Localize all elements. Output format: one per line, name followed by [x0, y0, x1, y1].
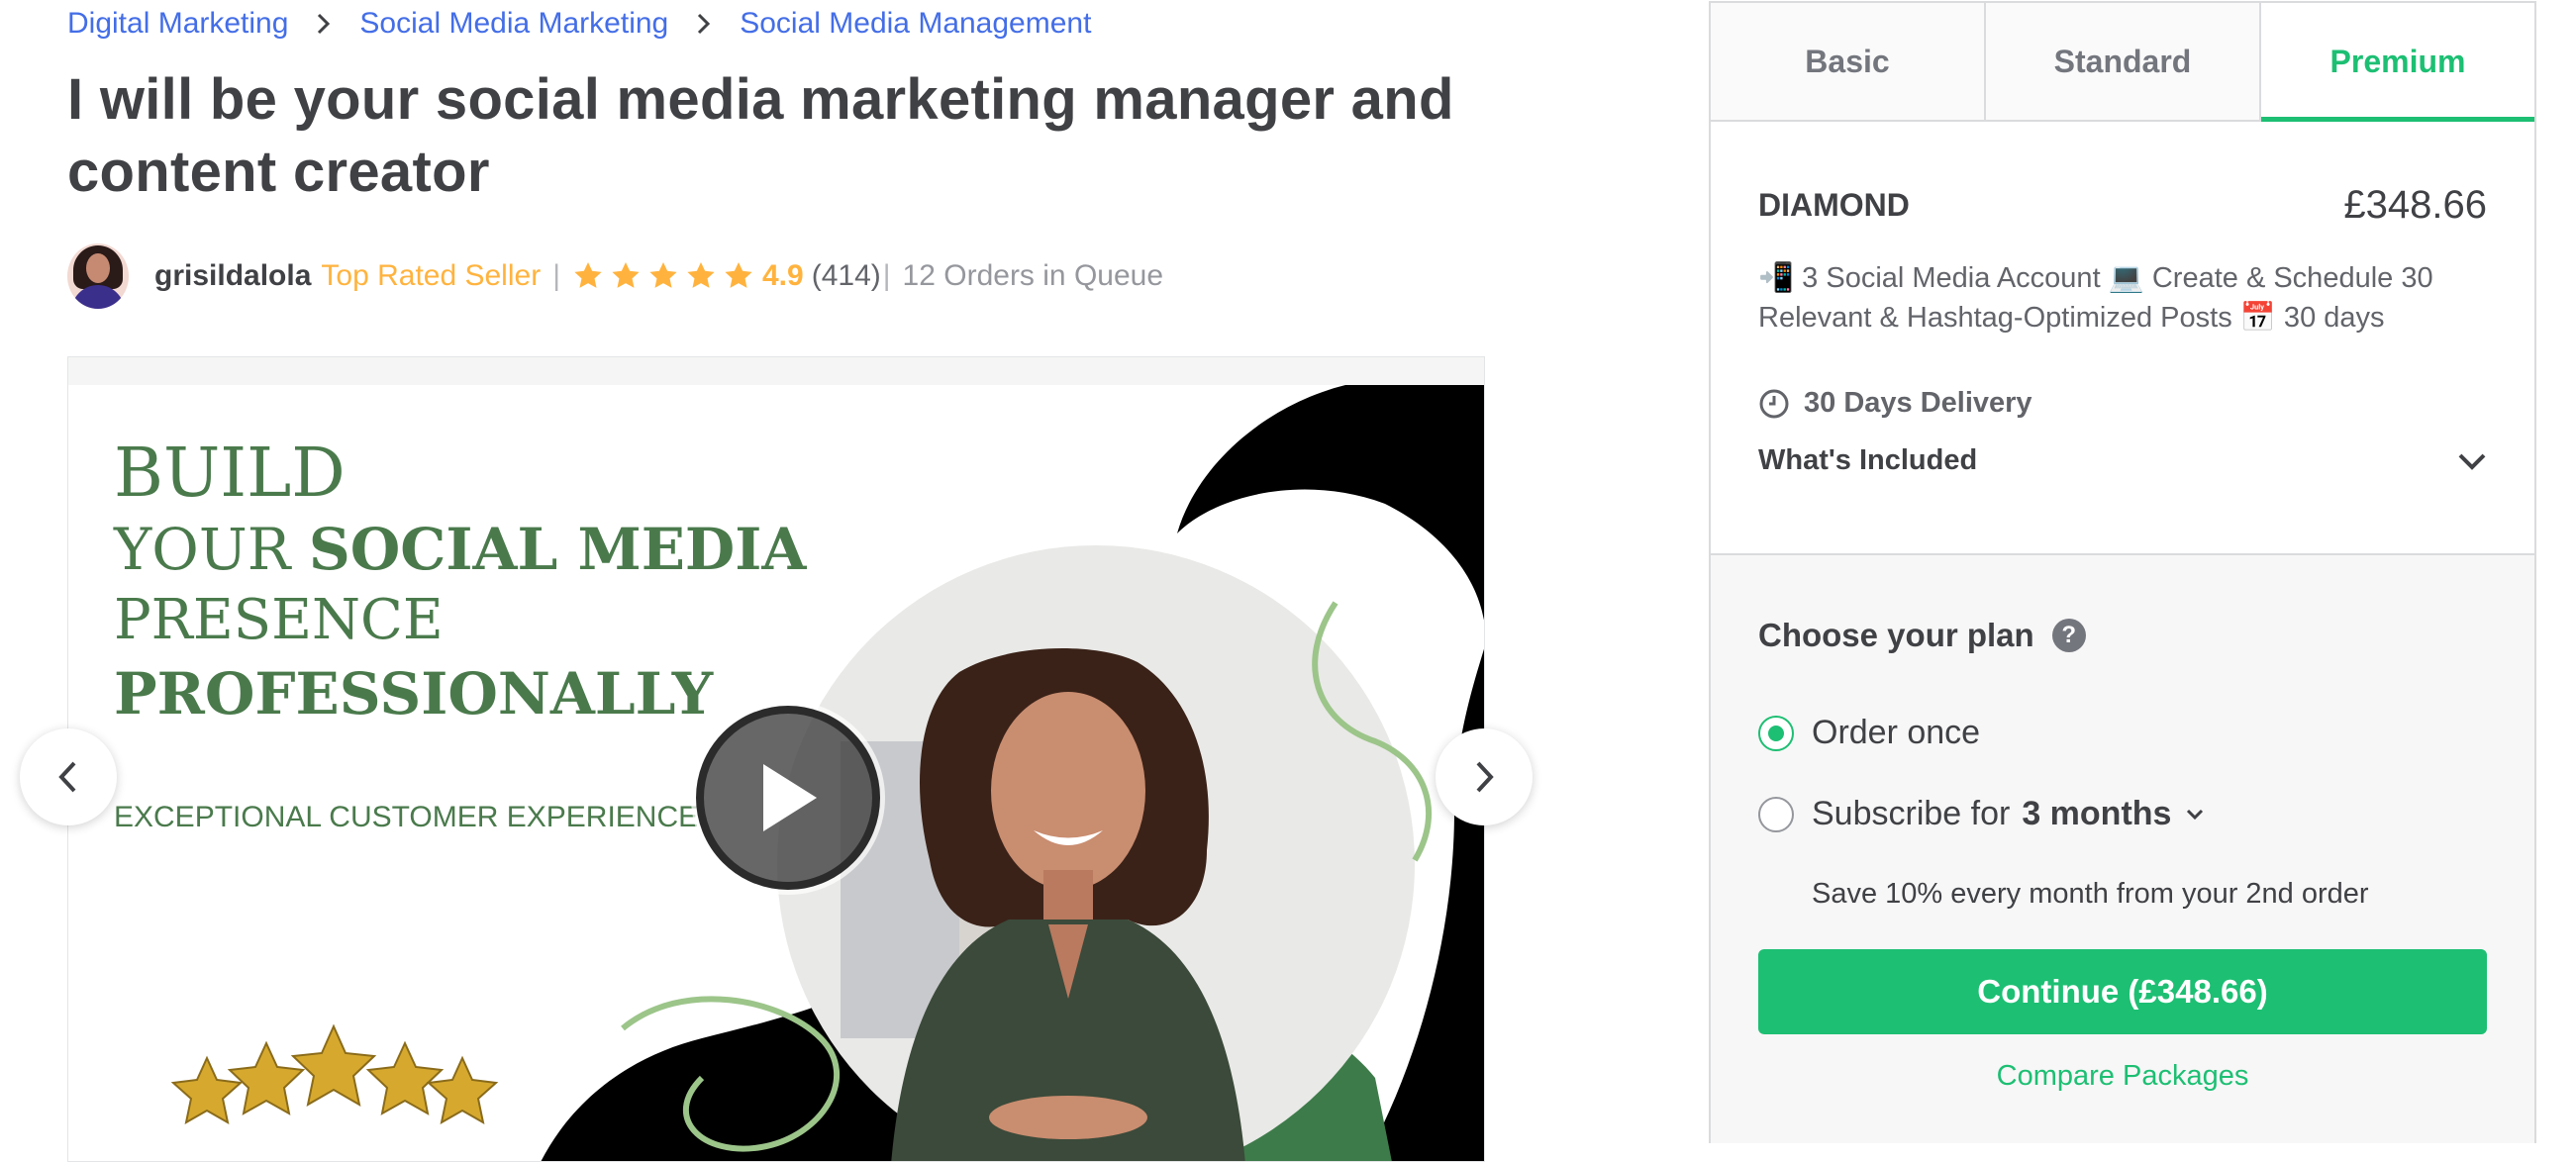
- slide-tagline: EXCEPTIONAL CUSTOMER EXPERIENCE: [114, 801, 699, 833]
- gallery-next-button[interactable]: [1436, 728, 1533, 825]
- gallery-previous-button[interactable]: [20, 728, 117, 825]
- seller-avatar[interactable]: [67, 243, 129, 309]
- tab-standard[interactable]: Standard: [1986, 3, 2261, 120]
- choose-plan-section: Choose your plan ? Order once Subscribe …: [1711, 555, 2534, 1143]
- subscribe-label: Subscribe for: [1812, 795, 2011, 832]
- package-content: DIAMOND £348.66 📲 3 Social Media Account…: [1711, 122, 2534, 555]
- breadcrumb-social-media-marketing[interactable]: Social Media Marketing: [359, 7, 668, 41]
- breadcrumb-social-media-management[interactable]: Social Media Management: [740, 7, 1091, 41]
- subscription-period-select[interactable]: 3 months: [2022, 795, 2205, 833]
- seller-overview: grisildalola Top Rated Seller | 4.9 (414…: [67, 243, 1163, 309]
- chevron-left-icon: [58, 761, 76, 793]
- orders-in-queue: 12 Orders in Queue: [902, 259, 1164, 292]
- package-price: £348.66: [2343, 183, 2487, 227]
- order-once-option[interactable]: Order once: [1758, 714, 1980, 752]
- slide-headline-line-2a: YOUR: [114, 516, 309, 583]
- subscription-period-value: 3 months: [2022, 795, 2172, 832]
- gig-title: I will be your social media marketing ma…: [67, 67, 1454, 204]
- subscribe-radio[interactable]: [1758, 796, 1794, 832]
- chevron-right-icon: [1476, 761, 1494, 793]
- slide-headline-line-1: BUILD: [114, 435, 346, 513]
- divider: |: [552, 259, 560, 292]
- order-once-radio[interactable]: [1758, 715, 1794, 751]
- gig-gallery: BUILD YOUR SOCIAL MEDIA PRESENCE PROFESS…: [67, 356, 1485, 1162]
- whats-included-label: What's Included: [1758, 444, 1978, 476]
- slide-headline-line-4: PROFESSIONALLY: [114, 660, 714, 727]
- continue-button[interactable]: Continue (£348.66): [1758, 949, 2487, 1034]
- seller-level-badge: Top Rated Seller: [321, 259, 542, 292]
- choose-plan-heading: Choose your plan ?: [1758, 617, 2086, 654]
- play-video-button[interactable]: [696, 706, 880, 890]
- delivery-label: 30 Days Delivery: [1804, 387, 2032, 419]
- clock-icon: [1759, 389, 1789, 418]
- review-count[interactable]: (414): [812, 259, 881, 293]
- whats-included-toggle[interactable]: What's Included: [1758, 444, 2487, 477]
- package-panel: Basic Standard Premium DIAMOND £348.66 📲…: [1709, 1, 2536, 1143]
- star-icon: [574, 262, 602, 288]
- package-header: DIAMOND £348.66: [1758, 183, 2487, 228]
- slide-headline-line-2b: SOCIAL MEDIA: [308, 516, 807, 583]
- chevron-down-icon: [2458, 453, 2486, 470]
- rating-stars: [572, 260, 754, 292]
- chevron-right-icon: [668, 12, 740, 36]
- compare-packages-link[interactable]: Compare Packages: [1711, 1060, 2534, 1093]
- divider: |: [882, 259, 891, 292]
- star-icon: [612, 262, 640, 288]
- delivery-time: 30 Days Delivery: [1758, 387, 2032, 420]
- rating-score: 4.9: [761, 259, 804, 292]
- seller-name[interactable]: grisildalola: [154, 259, 311, 293]
- star-icon: [649, 262, 677, 288]
- tab-premium[interactable]: Premium: [2261, 3, 2534, 122]
- star-icon: [687, 262, 715, 288]
- chevron-right-icon: [288, 12, 359, 36]
- star-icon: [725, 262, 752, 288]
- subscription-savings-note: Save 10% every month from your 2nd order: [1812, 878, 2369, 910]
- slide-headline-line-2: YOUR SOCIAL MEDIA: [114, 516, 806, 583]
- package-name: DIAMOND: [1758, 187, 1910, 223]
- play-icon: [763, 764, 817, 831]
- choose-plan-title: Choose your plan: [1758, 617, 2034, 653]
- help-icon[interactable]: ?: [2051, 619, 2086, 652]
- breadcrumb: Digital Marketing Social Media Marketing…: [67, 6, 1091, 42]
- tab-basic[interactable]: Basic: [1711, 3, 1986, 120]
- slide-headline-line-3: PRESENCE: [114, 588, 444, 652]
- subscribe-option[interactable]: Subscribe for 3 months: [1758, 795, 2205, 833]
- chevron-down-icon: [2187, 809, 2204, 820]
- order-once-label: Order once: [1812, 714, 1981, 751]
- breadcrumb-digital-marketing[interactable]: Digital Marketing: [67, 7, 288, 41]
- package-tabs: Basic Standard Premium: [1711, 3, 2534, 122]
- package-description: 📲 3 Social Media Account 💻 Create & Sche…: [1758, 262, 2433, 334]
